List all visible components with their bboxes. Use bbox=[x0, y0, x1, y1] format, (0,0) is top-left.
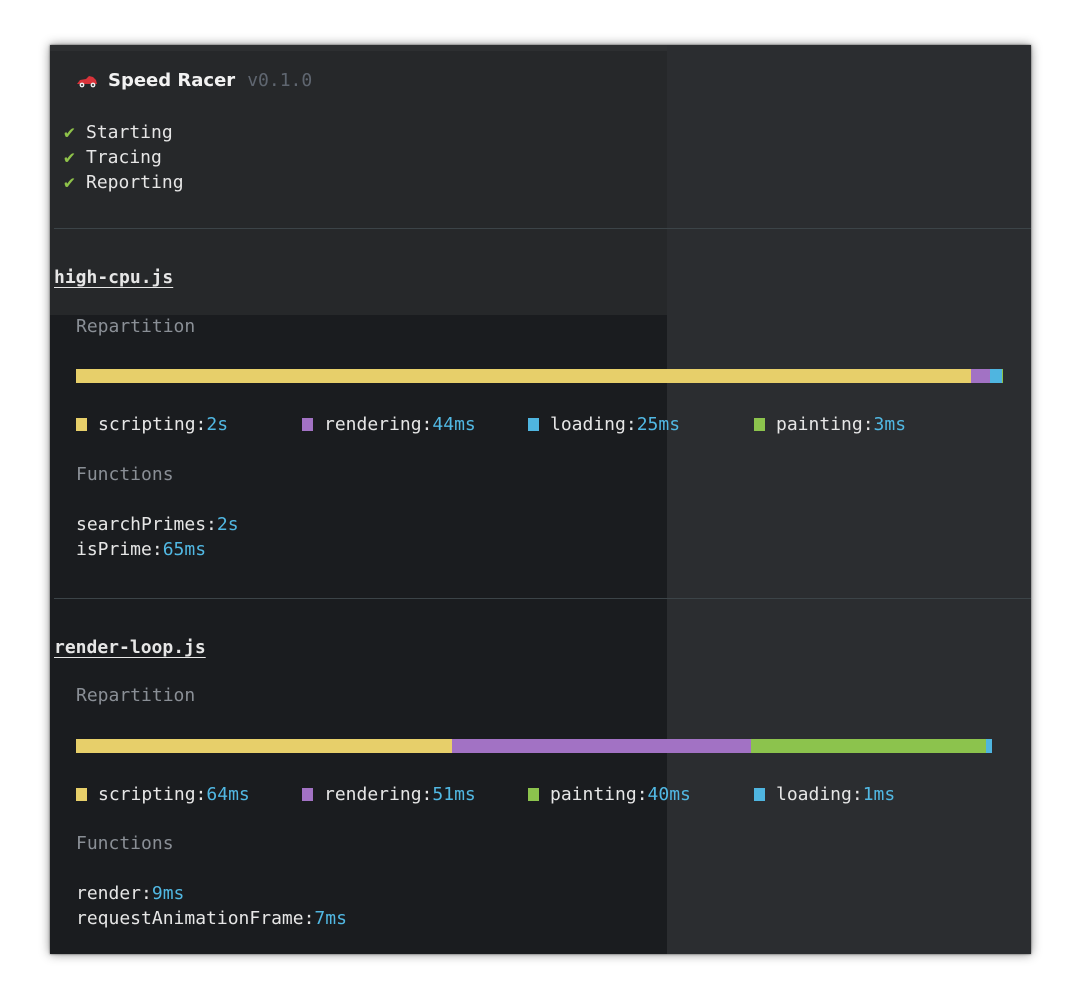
bar-segment-loading bbox=[990, 369, 1002, 383]
section-divider bbox=[54, 228, 1031, 229]
legend-name: painting bbox=[776, 414, 863, 435]
legend-value: 44ms bbox=[432, 414, 476, 435]
functions-list: render: 9ms requestAnimationFrame: 7ms bbox=[76, 881, 347, 931]
legend-name: scripting bbox=[98, 784, 196, 805]
scripting-swatch bbox=[76, 418, 87, 431]
step-label: Starting bbox=[86, 122, 173, 143]
step-label: Tracing bbox=[86, 147, 162, 168]
painting-swatch bbox=[528, 788, 539, 801]
function-value: 7ms bbox=[314, 908, 347, 929]
legend-item-painting: painting: 40ms bbox=[528, 784, 691, 805]
repartition-label: Repartition bbox=[76, 685, 196, 706]
legend-name: loading bbox=[776, 784, 852, 805]
rendering-swatch bbox=[302, 788, 313, 801]
function-row: render: 9ms bbox=[76, 883, 185, 904]
bar-segment-scripting bbox=[76, 369, 971, 383]
function-name: render bbox=[76, 883, 142, 904]
terminal-window: Speed Racer v0.1.0 ✔ Starting ✔ Tracing … bbox=[50, 45, 1031, 954]
legend-name: painting bbox=[550, 784, 637, 805]
report-file-title: render-loop.js bbox=[54, 637, 206, 658]
repartition-bar bbox=[76, 369, 1003, 383]
legend-value: 2s bbox=[206, 414, 229, 435]
bar-segment-rendering bbox=[970, 369, 991, 383]
progress-steps: ✔ Starting ✔ Tracing ✔ Reporting bbox=[64, 120, 184, 195]
app-header: Speed Racer v0.1.0 bbox=[76, 70, 312, 91]
function-row: requestAnimationFrame: 7ms bbox=[76, 908, 347, 929]
legend-item-loading: loading: 1ms bbox=[754, 784, 895, 805]
repartition-legend: scripting: 2s rendering: 44ms loading: 2… bbox=[76, 414, 976, 440]
loading-swatch bbox=[528, 418, 539, 431]
painting-swatch bbox=[754, 418, 765, 431]
functions-list: searchPrimes: 2s isPrime: 65ms bbox=[76, 512, 239, 562]
step-label: Reporting bbox=[86, 172, 184, 193]
step-starting: ✔ Starting bbox=[64, 120, 184, 145]
report-file-title: high-cpu.js bbox=[54, 267, 174, 288]
check-icon: ✔ bbox=[64, 147, 75, 168]
loading-swatch bbox=[754, 788, 765, 801]
step-tracing: ✔ Tracing bbox=[64, 145, 184, 170]
repartition-legend: scripting: 64ms rendering: 51ms painting… bbox=[76, 784, 976, 810]
bar-segment-painting bbox=[751, 739, 987, 753]
check-icon: ✔ bbox=[64, 122, 75, 143]
legend-name: loading bbox=[550, 414, 626, 435]
legend-item-painting: painting: 3ms bbox=[754, 414, 906, 435]
legend-item-rendering: rendering: 44ms bbox=[302, 414, 476, 435]
bar-segment-rendering bbox=[451, 739, 752, 753]
legend-item-loading: loading: 25ms bbox=[528, 414, 680, 435]
function-name: requestAnimationFrame bbox=[76, 908, 304, 929]
functions-label: Functions bbox=[76, 464, 174, 485]
function-row: searchPrimes: 2s bbox=[76, 514, 239, 535]
check-icon: ✔ bbox=[64, 172, 75, 193]
race-car-icon bbox=[76, 74, 98, 88]
function-row: isPrime: 65ms bbox=[76, 539, 207, 560]
function-name: isPrime bbox=[76, 539, 152, 560]
app-version: v0.1.0 bbox=[247, 70, 313, 91]
rendering-swatch bbox=[302, 418, 313, 431]
scripting-swatch bbox=[76, 788, 87, 801]
legend-item-rendering: rendering: 51ms bbox=[302, 784, 476, 805]
repartition-label: Repartition bbox=[76, 316, 196, 337]
legend-value: 51ms bbox=[432, 784, 476, 805]
function-name: searchPrimes bbox=[76, 514, 207, 535]
legend-name: rendering bbox=[324, 414, 422, 435]
legend-item-scripting: scripting: 64ms bbox=[76, 784, 250, 805]
bar-segment-scripting bbox=[76, 739, 452, 753]
step-reporting: ✔ Reporting bbox=[64, 170, 184, 195]
legend-value: 1ms bbox=[862, 784, 896, 805]
legend-value: 64ms bbox=[206, 784, 250, 805]
function-value: 65ms bbox=[162, 539, 207, 560]
legend-item-scripting: scripting: 2s bbox=[76, 414, 228, 435]
repartition-bar bbox=[76, 739, 992, 753]
legend-name: rendering bbox=[324, 784, 422, 805]
legend-value: 25ms bbox=[636, 414, 681, 435]
functions-label: Functions bbox=[76, 833, 174, 854]
legend-value: 40ms bbox=[647, 784, 691, 805]
function-value: 9ms bbox=[151, 883, 185, 904]
report-output: Speed Racer v0.1.0 ✔ Starting ✔ Tracing … bbox=[50, 45, 1031, 954]
section-divider bbox=[54, 598, 1031, 599]
legend-value: 3ms bbox=[873, 414, 907, 435]
app-title: Speed Racer bbox=[108, 70, 236, 91]
bar-segment-painting bbox=[1001, 369, 1003, 383]
function-value: 2s bbox=[216, 514, 239, 535]
legend-name: scripting bbox=[98, 414, 196, 435]
bar-segment-loading bbox=[986, 739, 992, 753]
